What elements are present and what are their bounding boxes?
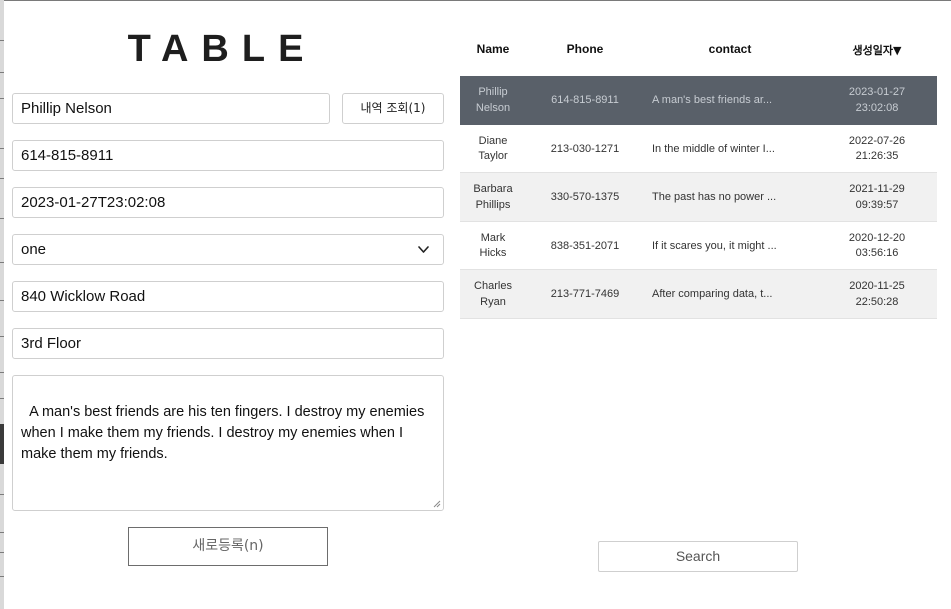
row-contact: After comparing data, t... <box>652 288 773 300</box>
datetime-field[interactable]: 2023-01-27T23:02:08 <box>12 187 444 218</box>
row-date: 2022-07-26 <box>848 134 906 147</box>
address-line2-field[interactable]: 3rd Floor <box>12 328 444 359</box>
row-name-last: Ryan <box>480 295 506 308</box>
address-line1-field[interactable]: 840 Wicklow Road <box>12 281 444 312</box>
row-name-first: Phillip <box>478 86 508 98</box>
row-name-last: Taylor <box>478 150 508 162</box>
row-time: 21:26:35 <box>855 150 899 162</box>
row-phone: 838-351-2071 <box>550 239 620 252</box>
table-header: Name Phone contact 생성일자▼ <box>460 28 937 76</box>
row-contact: If it scares you, it might ... <box>652 239 777 252</box>
row-contact: A man's best friends ar... <box>652 94 773 106</box>
row-time: 09:39:57 <box>855 198 899 211</box>
row-name-first: Charles <box>474 280 512 292</box>
row-name-first: Diane <box>478 134 508 147</box>
row-phone: 614-815-8911 <box>551 94 619 106</box>
table-row[interactable]: Diane Taylor 213-030-1271 In the middle o… <box>460 125 937 173</box>
memo-textarea[interactable]: A man's best friends are his ten fingers… <box>12 375 444 511</box>
search-button[interactable]: Search <box>598 541 798 572</box>
row-time: 03:56:16 <box>855 247 899 259</box>
new-register-button[interactable]: 새로등록(n) <box>128 527 328 566</box>
category-select[interactable]: one <box>12 234 444 265</box>
row-name-last: Nelson <box>475 101 511 114</box>
phone-field[interactable]: 614-815-8911 <box>12 140 444 171</box>
table-row[interactable]: Barbara Phillips 330-570-1375 The past ha… <box>460 173 937 222</box>
row-name-first: Mark <box>480 231 506 244</box>
page-title: TABLE <box>127 28 317 70</box>
table-row[interactable]: Phillip Nelson 614-815-8911 A man's best … <box>460 76 937 125</box>
row-time: 22:50:28 <box>855 295 899 308</box>
row-contact: The past has no power ... <box>652 191 777 203</box>
name-field[interactable]: Phillip Nelson <box>12 93 330 124</box>
select-value: one <box>21 241 47 258</box>
col-phone-header[interactable]: Phone <box>536 42 634 56</box>
resize-grip-icon[interactable] <box>433 500 441 508</box>
row-name-first: Barbara <box>473 183 513 195</box>
history-button[interactable]: 내역 조회(1) <box>342 93 444 124</box>
table-row[interactable]: Mark Hicks 838-351-2071 If it scares you,… <box>460 222 937 270</box>
col-contact-header[interactable]: contact <box>660 42 800 56</box>
table-row[interactable]: Charles Ryan 213-771-7469 After comparing… <box>460 270 937 319</box>
row-date: 2023-01-27 <box>848 86 906 98</box>
col-created-date-header[interactable]: 생성일자▼ <box>834 42 920 58</box>
row-contact: In the middle of winter I... <box>652 142 775 155</box>
col-name-header[interactable]: Name <box>460 42 526 56</box>
memo-text: A man's best friends are his ten fingers… <box>21 404 429 462</box>
row-date: 2020-11-25 <box>849 280 905 292</box>
row-name-last: Phillips <box>475 198 511 211</box>
row-time: 23:02:08 <box>855 101 899 114</box>
row-phone: 330-570-1375 <box>550 191 620 203</box>
left-edge-strip <box>0 0 4 609</box>
chevron-down-icon <box>418 246 429 253</box>
row-phone: 213-030-1271 <box>550 142 620 155</box>
records-table: Name Phone contact 생성일자▼ Phillip Nelson 6… <box>460 28 937 319</box>
row-phone: 213-771-7469 <box>550 288 620 300</box>
row-name-last: Hicks <box>479 247 507 259</box>
row-date: 2020-12-20 <box>848 231 906 244</box>
row-date: 2021-11-29 <box>849 183 905 195</box>
